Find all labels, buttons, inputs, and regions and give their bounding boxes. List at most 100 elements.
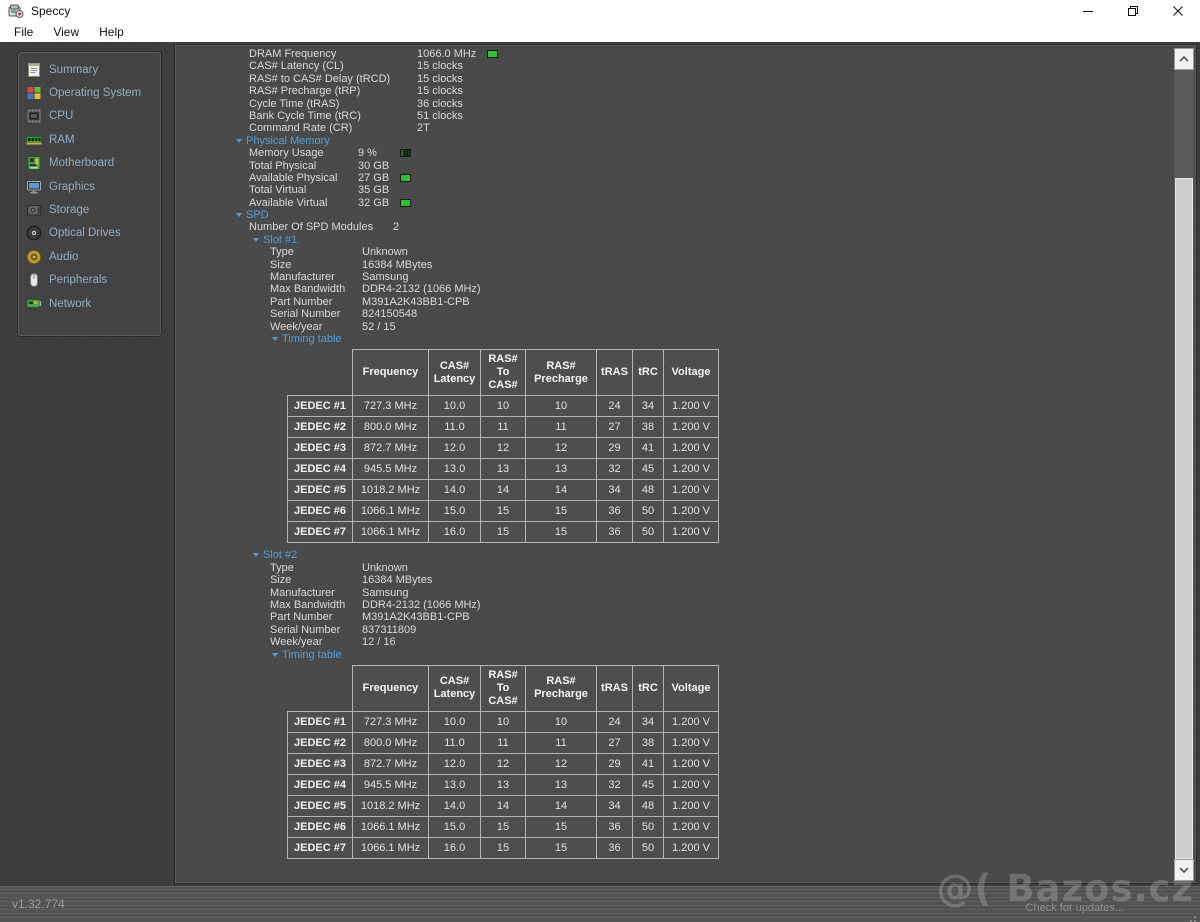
table-cell: 15 [526, 522, 597, 543]
collapse-triangle-icon[interactable] [236, 139, 242, 143]
collapse-triangle-icon[interactable] [253, 553, 259, 557]
table-cell: 13 [481, 459, 526, 480]
vertical-scrollbar[interactable] [1174, 48, 1194, 881]
check-for-updates-link[interactable]: Check for updates... [1026, 902, 1124, 914]
table-cell: 12.0 [429, 753, 481, 774]
menu-item-file[interactable]: File [4, 23, 43, 41]
table-cell: 10.0 [429, 396, 481, 417]
row-label: Type [270, 246, 294, 258]
table-cell: 15 [481, 816, 526, 837]
sidebar-item-ram[interactable]: RAM [19, 128, 160, 151]
info-row: Size16384 MBytes [176, 574, 1195, 586]
sidebar-item-peripherals[interactable]: Peripherals [19, 269, 160, 292]
table-cell: 945.5 MHz [353, 459, 429, 480]
table-cell: 800.0 MHz [353, 732, 429, 753]
table-cell: 10 [526, 396, 597, 417]
sidebar-item-audio[interactable]: Audio [19, 245, 160, 268]
row-label: RAS# to CAS# Delay (tRCD) [249, 73, 390, 85]
sidebar-item-graphics[interactable]: Graphics [19, 175, 160, 198]
row-name-cell: JEDEC #3 [288, 438, 353, 459]
table-cell: 11 [526, 732, 597, 753]
app-background: Summary Operating System CPURAMMotherboard… [0, 42, 1200, 922]
table-cell: 1018.2 MHz [353, 795, 429, 816]
minimize-button[interactable] [1065, 0, 1110, 22]
sidebar-item-operating-system[interactable]: Operating System [19, 81, 160, 104]
column-header: CAS# Latency [429, 350, 481, 396]
sidebar-item-cpu[interactable]: CPU [19, 105, 160, 128]
section-timing-table-2[interactable]: Timing table [176, 649, 1195, 661]
sidebar-item-optical-drives[interactable]: Optical Drives [19, 222, 160, 245]
section-physical-memory[interactable]: Physical Memory [176, 135, 1195, 147]
menu-item-view[interactable]: View [43, 23, 89, 41]
info-row: Serial Number824150548 [176, 308, 1195, 320]
table-row: JEDEC #71066.1 MHz16.0151536501.200 V [288, 522, 719, 543]
collapse-triangle-icon[interactable] [236, 213, 242, 217]
table-cell: 13 [481, 774, 526, 795]
row-value: 1066.0 MHz [417, 48, 476, 60]
close-button[interactable] [1155, 0, 1200, 22]
row-name-cell: JEDEC #7 [288, 522, 353, 543]
info-row: Type Unknown [176, 246, 1195, 258]
table-cell: 12 [481, 438, 526, 459]
column-header: RAS# To CAS# [481, 665, 526, 711]
row-name-cell: JEDEC #1 [288, 396, 353, 417]
section-label: SPD [246, 209, 269, 221]
row-value: 16384 MBytes [362, 259, 432, 271]
table-corner [288, 350, 353, 396]
table-cell: 36 [597, 816, 633, 837]
resize-grip[interactable] [1194, 916, 1196, 918]
row-value: Unknown [362, 246, 408, 258]
section-label: Physical Memory [246, 135, 330, 147]
column-header: RAS# To CAS# [481, 350, 526, 396]
sidebar-item-label: Storage [49, 204, 89, 216]
row-value: 51 clocks [417, 110, 463, 122]
collapse-triangle-icon[interactable] [272, 337, 278, 341]
section-spd[interactable]: SPD [176, 209, 1195, 221]
row-label: Max Bandwidth [270, 283, 345, 295]
version-label: v1.32.774 [12, 897, 65, 911]
table-cell: 12 [481, 753, 526, 774]
row-label: RAS# Precharge (tRP) [249, 85, 360, 97]
restore-button[interactable] [1110, 0, 1155, 22]
row-name-cell: JEDEC #6 [288, 501, 353, 522]
scrollbar-thumb[interactable] [1175, 178, 1193, 859]
section-label: Timing table [282, 649, 342, 661]
info-row: ManufacturerSamsung [176, 587, 1195, 599]
table-row: JEDEC #51018.2 MHz14.0141434481.200 V [288, 795, 719, 816]
optical-disc-icon [26, 225, 42, 241]
table-row: JEDEC #3872.7 MHz12.0121229411.200 V [288, 438, 719, 459]
table-cell: 50 [633, 837, 664, 858]
sidebar-item-label: Operating System [49, 87, 141, 99]
row-label: Number Of SPD Modules [249, 221, 373, 233]
table-cell: 1.200 V [664, 711, 719, 732]
table-cell: 24 [597, 711, 633, 732]
section-slot-2[interactable]: Slot #2 [176, 549, 1195, 561]
info-row: Bank Cycle Time (tRC)51 clocks [176, 110, 1195, 122]
sidebar-item-network[interactable]: Network [19, 292, 160, 315]
row-name-cell: JEDEC #4 [288, 774, 353, 795]
collapse-triangle-icon[interactable] [253, 238, 259, 242]
menu-item-help[interactable]: Help [89, 23, 134, 41]
scroll-down-icon[interactable] [1174, 859, 1194, 881]
row-label: Memory Usage [249, 147, 324, 159]
sidebar-item-storage[interactable]: Storage [19, 198, 160, 221]
info-row: Size16384 MBytes [176, 259, 1195, 271]
table-cell: 727.3 MHz [353, 396, 429, 417]
sidebar-item-summary[interactable]: Summary [19, 58, 160, 81]
table-cell: 10 [526, 711, 597, 732]
table-cell: 10 [481, 711, 526, 732]
mouse-icon [26, 272, 42, 288]
table-cell: 15.0 [429, 501, 481, 522]
green-bar-indicator-icon [400, 199, 411, 207]
sidebar-item-motherboard[interactable]: Motherboard [19, 152, 160, 175]
scroll-up-icon[interactable] [1174, 48, 1194, 70]
speaker-icon [26, 249, 42, 265]
network-card-icon [26, 296, 42, 312]
row-value: 2T [417, 122, 430, 134]
table-cell: 1.200 V [664, 774, 719, 795]
collapse-triangle-icon[interactable] [272, 653, 278, 657]
table-cell: 36 [597, 522, 633, 543]
column-header: tRAS [597, 350, 633, 396]
section-timing-table-1[interactable]: Timing table [176, 333, 1195, 345]
section-slot-1[interactable]: Slot #1 [176, 234, 1195, 246]
